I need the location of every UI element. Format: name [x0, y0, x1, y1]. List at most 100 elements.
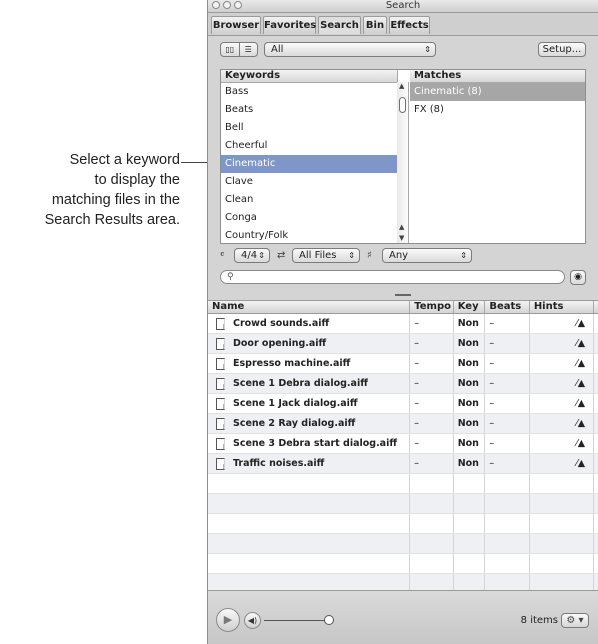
- keyword-filter-popup[interactable]: All ⇕: [264, 42, 436, 57]
- beats-cell: –: [485, 454, 530, 473]
- tempo-cell: –: [410, 314, 454, 333]
- play-button[interactable]: ▶: [216, 608, 240, 632]
- scroll-down-arrow-icon[interactable]: ▼: [399, 234, 404, 242]
- keyword-item-selected[interactable]: Cinematic: [221, 155, 397, 173]
- tab-bar: Browser Favorites Search Bin Effects: [208, 13, 598, 36]
- list-view-icon[interactable]: ☰: [238, 43, 258, 56]
- table-row[interactable]: ♪Scene 1 Debra dialog.aiff–Non–⁄▲: [208, 374, 598, 394]
- empty-cell: [485, 474, 530, 493]
- row-spacer: [594, 454, 598, 473]
- empty-cell: [530, 514, 595, 533]
- table-row[interactable]: ♪Espresso machine.aiff–Non–⁄▲: [208, 354, 598, 374]
- callout-text: Select a keyword to display the matching…: [0, 150, 180, 230]
- empty-row: [208, 534, 598, 554]
- volume-slider-knob[interactable]: [324, 615, 334, 625]
- search-options-button[interactable]: ◉: [570, 270, 586, 285]
- row-spacer: [594, 374, 598, 393]
- keyword-browser: Keywords Bass Beats Bell Cheerful Cinema…: [220, 69, 586, 244]
- row-spacer: [594, 554, 598, 573]
- empty-cell: [485, 534, 530, 553]
- speaker-icon: ◀): [247, 616, 258, 625]
- column-header-tempo[interactable]: Tempo: [410, 301, 454, 313]
- column-header-name[interactable]: Name: [208, 301, 411, 313]
- popup-arrows-icon: ⇕: [348, 251, 355, 260]
- results-header: Name Tempo Key Beats Hints: [208, 301, 598, 314]
- keyword-item[interactable]: Conga: [221, 209, 397, 227]
- row-spacer: [594, 474, 598, 493]
- view-mode-toggle[interactable]: ▯▯ ☰: [220, 42, 258, 57]
- file-type-icon: ⇄: [277, 250, 286, 261]
- file-type-value: All Files: [299, 250, 337, 261]
- empty-cell: [485, 494, 530, 513]
- popup-arrows-icon: ⇕: [460, 251, 467, 260]
- table-row[interactable]: ♪Scene 2 Ray dialog.aiff–Non–⁄▲: [208, 414, 598, 434]
- key-cell: Non: [454, 394, 486, 413]
- empty-cell: [410, 494, 454, 513]
- beats-cell: –: [485, 354, 530, 373]
- keywords-scrollbar[interactable]: ▲ ▲ ▼: [397, 82, 409, 243]
- beats-cell: –: [485, 394, 530, 413]
- file-name: Traffic noises.aiff: [233, 458, 325, 469]
- column-header-hints[interactable]: Hints: [530, 301, 594, 313]
- keyword-item[interactable]: Country/Folk: [221, 227, 397, 245]
- filter-bar: 𝄴 4/4 ⇕ ⇄ All Files ⇕ ♯ Any ⇕: [220, 248, 586, 264]
- file-name-cell: ♪ Door opening.aiff: [208, 334, 411, 353]
- table-row[interactable]: ♪Traffic noises.aiff–Non–⁄▲: [208, 454, 598, 474]
- keyword-item[interactable]: Bass: [221, 83, 397, 101]
- key-cell: Non: [454, 454, 486, 473]
- match-item[interactable]: FX (8): [410, 101, 585, 119]
- setup-button[interactable]: Setup...: [538, 42, 586, 57]
- volume-button[interactable]: ◀): [244, 612, 261, 629]
- file-name: Espresso machine.aiff: [233, 358, 351, 369]
- keyword-item[interactable]: Clean: [221, 191, 397, 209]
- scroll-up-arrow-icon[interactable]: ▲: [399, 223, 404, 231]
- match-item-selected[interactable]: Cinematic (8): [410, 83, 585, 101]
- table-row[interactable]: ♪Scene 3 Debra start dialog.aiff–Non–⁄▲: [208, 434, 598, 454]
- file-name-cell: ♪ Scene 2 Ray dialog.aiff: [208, 414, 411, 433]
- file-name-cell: ♪ Scene 1 Debra dialog.aiff: [208, 374, 411, 393]
- column-header-key[interactable]: Key: [454, 301, 486, 313]
- empty-cell: [410, 554, 454, 573]
- tab-search[interactable]: Search: [318, 16, 361, 34]
- scrollbar-thumb[interactable]: [399, 97, 406, 113]
- file-name-cell: ♪ Espresso machine.aiff: [208, 354, 411, 373]
- action-menu-button[interactable]: ⚙ ▾: [561, 613, 589, 628]
- time-signature-popup[interactable]: 4/4 ⇕: [234, 248, 270, 263]
- search-input[interactable]: ⚲: [220, 270, 565, 284]
- file-name: Scene 1 Jack dialog.aiff: [233, 398, 358, 409]
- hint-icon: ⁄▲: [530, 354, 595, 373]
- file-name: Scene 3 Debra start dialog.aiff: [233, 438, 398, 449]
- item-count: 8 items: [520, 615, 558, 626]
- keyword-item[interactable]: Bell: [221, 119, 397, 137]
- key-cell: Non: [454, 314, 486, 333]
- file-type-popup[interactable]: All Files ⇕: [292, 248, 360, 263]
- tab-effects[interactable]: Effects: [389, 16, 430, 34]
- tab-bin[interactable]: Bin: [363, 16, 387, 34]
- tab-browser[interactable]: Browser: [211, 16, 261, 34]
- search-icon: ⚲: [227, 272, 234, 282]
- hint-icon: ⁄▲: [530, 394, 595, 413]
- volume-slider-track[interactable]: [264, 620, 328, 621]
- tempo-cell: –: [410, 374, 454, 393]
- column-view-icon[interactable]: ▯▯: [221, 43, 239, 56]
- tab-favorites[interactable]: Favorites: [263, 16, 316, 34]
- pane-splitter[interactable]: [208, 291, 598, 300]
- time-signature-value: 4/4: [241, 250, 258, 261]
- table-row[interactable]: ♪Door opening.aiff–Non–⁄▲: [208, 334, 598, 354]
- empty-cell: [454, 554, 486, 573]
- audio-file-icon: ♪: [216, 437, 225, 450]
- table-row[interactable]: ♪Crowd sounds.aiff–Non–⁄▲: [208, 314, 598, 334]
- keyword-item[interactable]: Clave: [221, 173, 397, 191]
- keyword-item[interactable]: Beats: [221, 101, 397, 119]
- empty-cell: [454, 474, 486, 493]
- splitter-grip[interactable]: [395, 294, 411, 296]
- hint-icon: ⁄▲: [530, 374, 595, 393]
- callout-line-1: Select a keyword: [69, 152, 180, 168]
- keyword-item[interactable]: Cheerful: [221, 137, 397, 155]
- column-header-beats[interactable]: Beats: [485, 301, 530, 313]
- scroll-up-arrow-icon[interactable]: ▲: [399, 82, 404, 90]
- gear-icon: ⚙ ▾: [566, 615, 584, 626]
- scale-popup[interactable]: Any ⇕: [382, 248, 472, 263]
- search-results: Name Tempo Key Beats Hints ♪ Crowd sounds…: [208, 300, 598, 614]
- table-row[interactable]: ♪Scene 1 Jack dialog.aiff–Non–⁄▲: [208, 394, 598, 414]
